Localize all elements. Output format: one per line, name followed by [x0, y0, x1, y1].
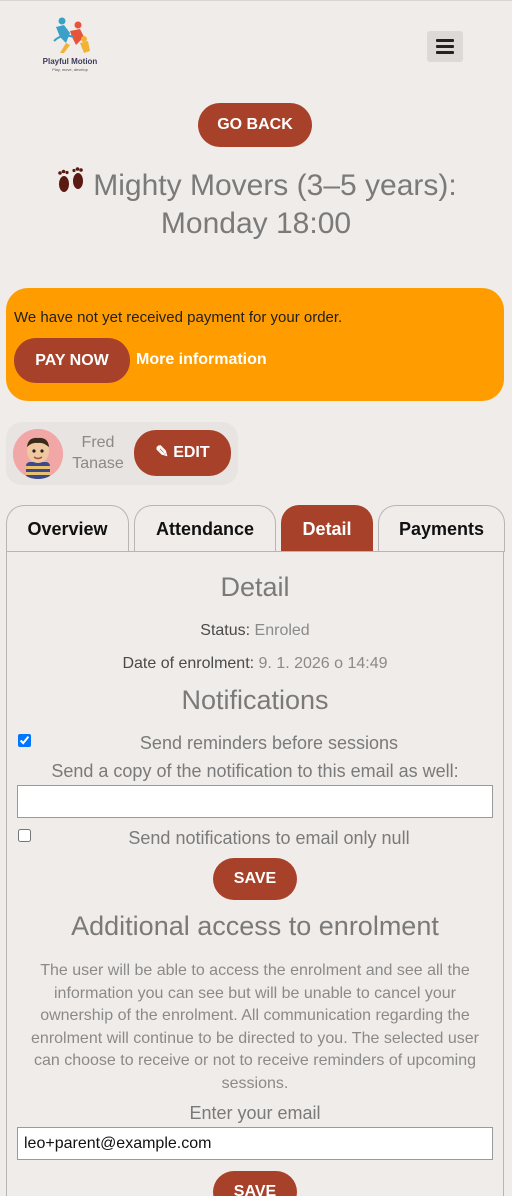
participant-name: Fred Tanase [72, 434, 124, 472]
logo-title: Playful Motion [42, 57, 98, 66]
send-reminders-label: Send reminders before sessions [139, 733, 399, 753]
detail-heading: Detail [220, 572, 290, 602]
child-avatar-icon [13, 429, 63, 479]
notifications-heading: Notifications [181, 685, 329, 715]
more-information-link[interactable]: More information [136, 351, 267, 369]
enrolment-date-value: 9. 1. 2026 o 14:49 [258, 655, 388, 672]
detail-panel: Detail Status: Enroled Date of enrolment… [6, 551, 504, 1196]
save-additional-access-button[interactable]: SAVE [213, 1171, 297, 1196]
hamburger-icon-bar [436, 39, 454, 42]
save-notifications-button[interactable]: SAVE [213, 858, 297, 900]
enrolment-date-row: Date of enrolment: 9. 1. 2026 o 14:49 [7, 655, 503, 673]
tab-attendance[interactable]: Attendance [134, 505, 276, 552]
tab-payments[interactable]: Payments [378, 505, 505, 552]
edit-participant-button[interactable]: ✎ EDIT [134, 430, 231, 476]
email-only-checkbox[interactable] [18, 829, 31, 842]
additional-access-description: The user will be able to access the enro… [31, 962, 479, 1092]
pay-now-button[interactable]: PAY NOW [14, 338, 130, 383]
avatar [13, 429, 63, 479]
email-only-label: Send notifications to email only null [128, 828, 410, 848]
payment-warning-banner: We have not yet received payment for you… [6, 288, 504, 401]
footprints-icon [58, 167, 84, 192]
hamburger-icon-bar [436, 51, 454, 54]
additional-access-heading: Additional access to enrolment [71, 911, 439, 941]
page-title: Mighty Movers (3–5 years): Monday 18:00 [20, 167, 492, 243]
additional-email-label: Enter your email [189, 1103, 321, 1123]
enrolment-date-label: Date of enrolment: [122, 655, 255, 672]
logo-tagline: Play, move, develop [52, 67, 88, 72]
logo[interactable]: Playful Motion Play, move, develop [40, 15, 100, 73]
send-reminders-checkbox[interactable] [18, 734, 31, 747]
course-title: Mighty Movers (3–5 years): Monday 18:00 [93, 169, 457, 240]
status-row: Status: Enroled [7, 622, 503, 640]
go-back-button[interactable]: GO BACK [198, 103, 312, 147]
playful-motion-logo-icon [53, 17, 90, 53]
tab-detail[interactable]: Detail [281, 505, 373, 552]
copy-email-label: Send a copy of the notification to this … [51, 761, 459, 781]
participant-card: Fred Tanase ✎ EDIT [6, 422, 238, 485]
hamburger-menu-button[interactable] [427, 31, 463, 62]
site-header: Playful Motion Play, move, develop [0, 1, 512, 91]
payment-warning-text: We have not yet received payment for you… [14, 309, 343, 326]
copy-email-input[interactable] [17, 785, 493, 818]
hamburger-icon-bar [436, 45, 454, 48]
status-value: Enroled [254, 622, 310, 639]
additional-email-input[interactable] [17, 1127, 493, 1160]
status-label: Status: [200, 622, 251, 639]
tab-overview[interactable]: Overview [6, 505, 129, 552]
